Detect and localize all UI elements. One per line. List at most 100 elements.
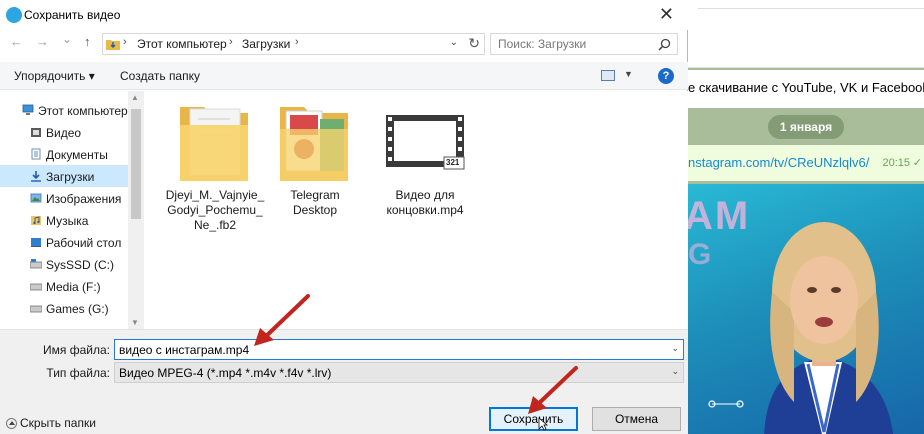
person-illustration	[764, 222, 893, 434]
chat-message: е скачивание с YouTube, VK и Facebook.	[688, 70, 924, 108]
save-form: Имя файла: видео с инстаграм.mp4 ⌄ Тип ф…	[0, 329, 688, 434]
new-folder-button[interactable]: Создать папку	[120, 69, 200, 83]
dialog-title: Сохранить видео	[24, 8, 121, 22]
file-item-video[interactable]: 321 Видео для концовки.mp4	[374, 101, 476, 218]
breadcrumb-separator-icon: ›	[229, 36, 233, 48]
pictures-folder-icon	[30, 193, 42, 203]
tree-item-drive-g[interactable]: Games (G:)	[0, 297, 128, 319]
tree-item-pictures[interactable]: Изображения	[0, 187, 128, 209]
filename-input[interactable]: видео с инстаграм.mp4 ⌄	[114, 339, 684, 360]
scrollbar-thumb[interactable]	[131, 109, 141, 219]
breadcrumb-this-pc[interactable]: Этот компьютер	[137, 37, 227, 51]
video-overlay-text-2: G	[688, 238, 712, 271]
search-icon	[658, 38, 671, 51]
tree-item-label: Музыка	[46, 214, 89, 228]
file-list: Djeyi_M._Vajnyie_ Godyi_Pochemu_ Ne_.fb2…	[148, 91, 688, 329]
tree-item-label: Изображения	[46, 192, 122, 206]
tree-item-drive-f[interactable]: Media (F:)	[0, 275, 128, 297]
telegram-app-icon	[6, 7, 22, 23]
collapse-icon	[6, 418, 17, 429]
hide-folders-label: Скрыть папки	[20, 416, 96, 430]
tree-scrollbar[interactable]: ▲ ▼	[128, 91, 144, 329]
drive-icon	[30, 283, 42, 291]
media-badge: 321	[446, 158, 460, 167]
file-name: Telegram Desktop	[290, 188, 340, 217]
downloads-folder-icon	[106, 40, 120, 50]
filename-dropdown-icon[interactable]: ⌄	[671, 343, 679, 354]
tree-item-label: Рабочий стол	[46, 236, 122, 250]
navigation-bar: ← → ⌄ ↑ › Этот компьютер › Загрузки › ⌄ …	[0, 30, 688, 60]
hide-folders-toggle[interactable]: Скрыть папки	[6, 416, 96, 430]
filetype-select[interactable]: Видео MPEG-4 (*.mp4 *.m4v *.f4v *.lrv) ⌄	[114, 362, 684, 383]
search-box[interactable]: Поиск: Загрузки	[490, 33, 678, 55]
file-item-folder-telegram[interactable]: Telegram Desktop	[264, 101, 366, 218]
tree-item-this-pc[interactable]: Этот компьютер	[0, 99, 128, 121]
change-view-icon[interactable]	[601, 70, 615, 81]
file-item-folder-djeyi[interactable]: Djeyi_M._Vajnyie_ Godyi_Pochemu_ Ne_.fb2	[164, 101, 266, 233]
tree-item-desktop[interactable]: Рабочий стол	[0, 231, 128, 253]
search-placeholder: Поиск: Загрузки	[498, 37, 587, 51]
filetype-label: Тип файла:	[46, 366, 110, 380]
tree-item-videos[interactable]: Видео	[0, 121, 128, 143]
address-bar[interactable]: › Этот компьютер › Загрузки › ⌄ ↻	[102, 33, 485, 55]
breadcrumb-downloads[interactable]: Загрузки	[242, 37, 290, 51]
tree-item-label: SysSSD (C:)	[46, 258, 115, 272]
date-badge: 1 января	[768, 115, 844, 139]
save-dialog: Сохранить видео ✕ ← → ⌄ ↑ › Этот компьют…	[0, 0, 688, 434]
video-file-icon	[386, 115, 465, 170]
tree-item-label: Документы	[46, 148, 108, 162]
up-folder-icon[interactable]: ↑	[84, 34, 91, 49]
telegram-chat-background: е скачивание с YouTube, VK и Facebook. 1…	[688, 0, 924, 434]
chat-message-outgoing[interactable]: nstagram.com/tv/CReUNzlqlv6/ 20:15 ✓	[688, 145, 924, 181]
breadcrumb-separator-icon: ›	[123, 36, 127, 48]
recent-locations-chevron-icon[interactable]: ⌄	[62, 32, 72, 46]
navigation-tree: Этот компьютер Видео Документы Загрузки …	[0, 91, 128, 329]
downloads-folder-icon	[31, 171, 41, 182]
organize-menu-button[interactable]: Упорядочить ▾	[14, 69, 95, 83]
forward-arrow-icon[interactable]: →	[36, 34, 49, 49]
help-icon[interactable]: ?	[658, 68, 674, 84]
address-dropdown-icon[interactable]: ⌄	[450, 37, 458, 48]
filename-value: видео с инстаграм.mp4	[119, 343, 250, 357]
save-button[interactable]: Сохранить	[489, 407, 578, 431]
file-name: Видео для концовки.mp4	[386, 188, 464, 217]
tree-item-downloads[interactable]: Загрузки	[0, 165, 128, 187]
refresh-icon[interactable]: ↻	[468, 35, 480, 52]
message-time: 20:15	[882, 157, 910, 169]
telegram-header	[688, 0, 924, 68]
tree-item-label: Games (G:)	[46, 302, 109, 316]
desktop-folder-icon	[31, 238, 41, 247]
video-folder-icon	[31, 128, 41, 137]
video-preview[interactable]: AM G	[688, 184, 924, 434]
music-folder-icon	[31, 216, 41, 225]
back-arrow-icon[interactable]: ←	[10, 34, 23, 49]
computer-icon	[22, 104, 34, 115]
file-name: Djeyi_M._Vajnyie_ Godyi_Pochemu_ Ne_.fb2	[165, 188, 265, 232]
tree-item-drive-c[interactable]: SysSSD (C:)	[0, 253, 128, 275]
cancel-button[interactable]: Отмена	[592, 407, 681, 431]
folder-icon	[180, 107, 248, 181]
close-icon[interactable]: ✕	[659, 4, 674, 25]
message-link[interactable]: nstagram.com/tv/CReUNzlqlv6/	[688, 155, 869, 170]
scroll-up-icon[interactable]: ▲	[131, 93, 139, 102]
video-scrubber[interactable]	[708, 400, 744, 408]
view-dropdown-icon[interactable]: ▼	[624, 69, 633, 79]
drive-icon	[30, 305, 42, 313]
drive-icon	[30, 259, 42, 269]
command-toolbar: Упорядочить ▾ Создать папку ▼ ?	[0, 62, 688, 90]
tree-item-music[interactable]: Музыка	[0, 209, 128, 231]
mouse-cursor-icon	[538, 417, 548, 431]
filename-label: Имя файла:	[43, 343, 110, 357]
tree-item-documents[interactable]: Документы	[0, 143, 128, 165]
tree-item-label: Загрузки	[46, 170, 95, 184]
documents-folder-icon	[31, 148, 41, 160]
tree-item-label: Видео	[46, 126, 82, 140]
folder-icon	[280, 107, 348, 181]
scroll-down-icon[interactable]: ▼	[131, 318, 139, 327]
chat-message-text: е скачивание с YouTube, VK и Facebook.	[688, 80, 924, 95]
tree-item-label: Media (F:)	[46, 280, 101, 294]
breadcrumb-separator-icon: ›	[295, 36, 299, 48]
title-bar: Сохранить видео ✕	[0, 0, 688, 30]
filetype-dropdown-icon[interactable]: ⌄	[671, 366, 679, 377]
tree-item-label: Этот компьютер	[38, 104, 128, 118]
